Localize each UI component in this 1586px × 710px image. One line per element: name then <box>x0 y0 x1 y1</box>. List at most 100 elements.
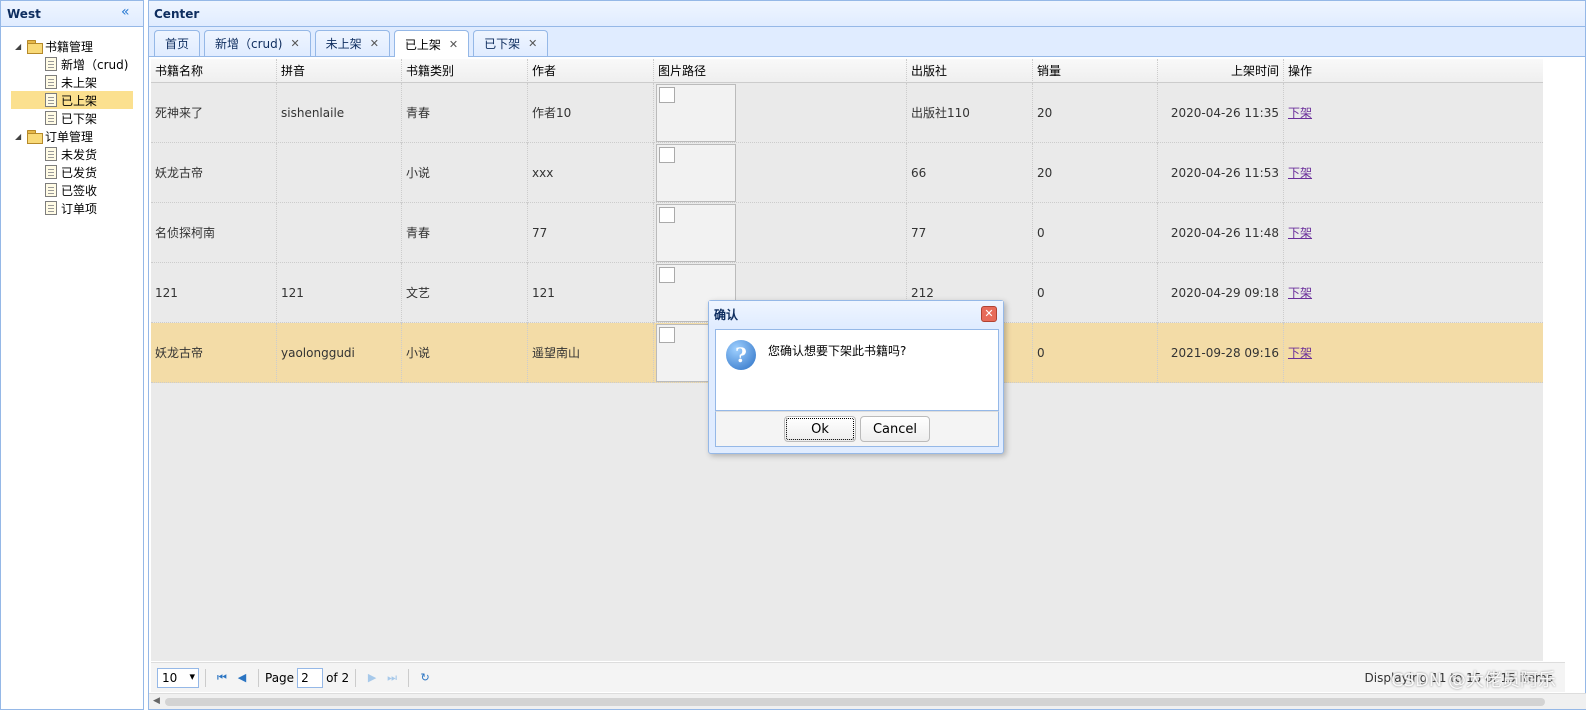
file-icon <box>45 75 57 89</box>
cell-action: 下架 <box>1284 203 1543 263</box>
cell-publisher: 出版社110 <box>907 83 1033 143</box>
tree-item-unshipped[interactable]: 未发货 <box>1 145 143 163</box>
col-header-image[interactable]: 图片路径 <box>654 59 907 83</box>
dialog-message: 您确认想要下架此书籍吗? <box>768 344 907 358</box>
tree-item-not-listed[interactable]: 未上架 <box>1 73 143 91</box>
close-icon[interactable]: ✕ <box>449 38 458 51</box>
delist-link[interactable]: 下架 <box>1288 286 1312 300</box>
col-header-name[interactable]: 书籍名称 <box>151 59 277 83</box>
col-header-time[interactable]: 上架时间 <box>1158 59 1284 83</box>
cell-sales: 20 <box>1033 83 1158 143</box>
cancel-button[interactable]: Cancel <box>860 416 930 442</box>
page-label: Page <box>265 670 295 685</box>
scroll-thumb[interactable] <box>165 698 1545 706</box>
horizontal-scrollbar[interactable]: ◀ <box>149 693 1586 709</box>
tab-not-listed[interactable]: 未上架 ✕ <box>314 30 390 56</box>
ok-button[interactable]: Ok <box>784 416 856 442</box>
page-size-select[interactable]: 10 <box>157 667 199 688</box>
last-page-icon[interactable]: ⏭ <box>382 668 402 688</box>
tree-label: 未上架 <box>61 75 98 90</box>
table-row[interactable]: 名侦探柯南 青春 77 77 0 2020-04-26 11:48 下架 <box>151 203 1543 263</box>
cell-sales: 0 <box>1033 263 1158 323</box>
file-icon <box>45 111 57 125</box>
tree-item-delisted[interactable]: 已下架 <box>1 109 143 127</box>
divider <box>205 668 206 687</box>
col-header-category[interactable]: 书籍类别 <box>402 59 528 83</box>
expand-arrow-icon[interactable]: ◢ <box>15 42 27 51</box>
cell-name: 名侦探柯南 <box>151 203 277 263</box>
nav-tree: ◢ 书籍管理 新增（crud) 未上架 已上架 已下架 ◢ 订单管理 未发货 已… <box>1 27 143 217</box>
cell-time: 2020-04-26 11:48 <box>1158 203 1284 263</box>
tab-bar: 首页 新增（crud) ✕ 未上架 ✕ 已上架 ✕ 已下架 ✕ <box>149 27 1585 57</box>
scroll-left-icon[interactable]: ◀ <box>153 696 160 706</box>
tree-label: 已发货 <box>61 165 98 180</box>
table-row[interactable]: 死神来了 sishenlaile 青春 作者10 出版社110 20 2020-… <box>151 83 1543 143</box>
col-header-publisher[interactable]: 出版社 <box>907 59 1033 83</box>
cell-sales: 20 <box>1033 143 1158 203</box>
tree-label: 订单管理 <box>45 129 94 144</box>
cell-pinyin <box>277 143 402 203</box>
west-title: West <box>7 6 41 21</box>
col-header-pinyin[interactable]: 拼音 <box>277 59 402 83</box>
broken-image-icon <box>656 84 736 142</box>
tree-label: 订单项 <box>61 201 98 216</box>
tab-home[interactable]: 首页 <box>154 30 201 56</box>
cell-action: 下架 <box>1284 323 1543 383</box>
tree-item-listed[interactable]: 已上架 <box>11 91 133 109</box>
tree-label: 书籍管理 <box>45 39 94 54</box>
cell-time: 2020-04-26 11:53 <box>1158 143 1284 203</box>
col-header-action[interactable]: 操作 <box>1284 59 1543 83</box>
col-header-sales[interactable]: 销量 <box>1033 59 1158 83</box>
cell-category: 小说 <box>402 323 528 383</box>
tab-label: 首页 <box>165 37 190 51</box>
close-icon[interactable]: ✕ <box>981 306 997 322</box>
tree-label: 已上架 <box>61 93 98 108</box>
page-number-input[interactable]: 2 <box>297 667 324 688</box>
page-size-value: 10 <box>162 670 178 685</box>
close-icon[interactable]: ✕ <box>290 37 299 50</box>
tree-label: 已下架 <box>61 111 98 126</box>
delist-link[interactable]: 下架 <box>1288 346 1312 360</box>
expand-arrow-icon[interactable]: ◢ <box>15 132 27 141</box>
tab-listed[interactable]: 已上架 ✕ <box>393 30 470 57</box>
collapse-left-icon[interactable]: « <box>121 5 135 19</box>
cell-sales: 0 <box>1033 323 1158 383</box>
cell-name: 死神来了 <box>151 83 277 143</box>
question-icon: ? <box>726 340 756 370</box>
cell-author: 作者10 <box>528 83 654 143</box>
cell-author: 遥望南山 <box>528 323 654 383</box>
cell-sales: 0 <box>1033 203 1158 263</box>
refresh-icon[interactable]: ↻ <box>415 668 435 688</box>
delist-link[interactable]: 下架 <box>1288 166 1312 180</box>
cell-name: 妖龙古帝 <box>151 323 277 383</box>
cell-time: 2020-04-29 09:18 <box>1158 263 1284 323</box>
table-row[interactable]: 妖龙古帝 小说 xxx 66 20 2020-04-26 11:53 下架 <box>151 143 1543 203</box>
divider <box>408 668 410 687</box>
col-header-author[interactable]: 作者 <box>528 59 654 83</box>
tab-delisted[interactable]: 已下架 ✕ <box>473 30 549 56</box>
tree-item-shipped[interactable]: 已发货 <box>1 163 143 181</box>
tree-item-received[interactable]: 已签收 <box>1 181 143 199</box>
delist-link[interactable]: 下架 <box>1288 106 1312 120</box>
page-total: of 2 <box>326 670 350 685</box>
tree-label: 未发货 <box>61 147 98 162</box>
tab-add-crud[interactable]: 新增（crud) ✕ <box>204 30 311 56</box>
tree-item-add-crud[interactable]: 新增（crud) <box>1 55 143 73</box>
cell-time: 2020-04-26 11:35 <box>1158 83 1284 143</box>
cell-category: 青春 <box>402 83 528 143</box>
prev-page-icon[interactable]: ◀ <box>232 668 252 688</box>
close-icon[interactable]: ✕ <box>528 37 537 50</box>
tree-node-book-management[interactable]: ◢ 书籍管理 <box>1 37 143 55</box>
cell-action: 下架 <box>1284 143 1543 203</box>
first-page-icon[interactable]: ⏮ <box>212 668 232 688</box>
divider <box>355 668 357 687</box>
tree-label: 已签收 <box>61 183 98 198</box>
close-icon[interactable]: ✕ <box>370 37 379 50</box>
delist-link[interactable]: 下架 <box>1288 226 1312 240</box>
next-page-icon[interactable]: ▶ <box>362 668 382 688</box>
file-icon <box>45 165 57 179</box>
tree-node-order-management[interactable]: ◢ 订单管理 <box>1 127 143 145</box>
tree-item-order-items[interactable]: 订单项 <box>1 199 143 217</box>
tab-label: 未上架 <box>325 37 362 51</box>
cell-action: 下架 <box>1284 263 1543 323</box>
